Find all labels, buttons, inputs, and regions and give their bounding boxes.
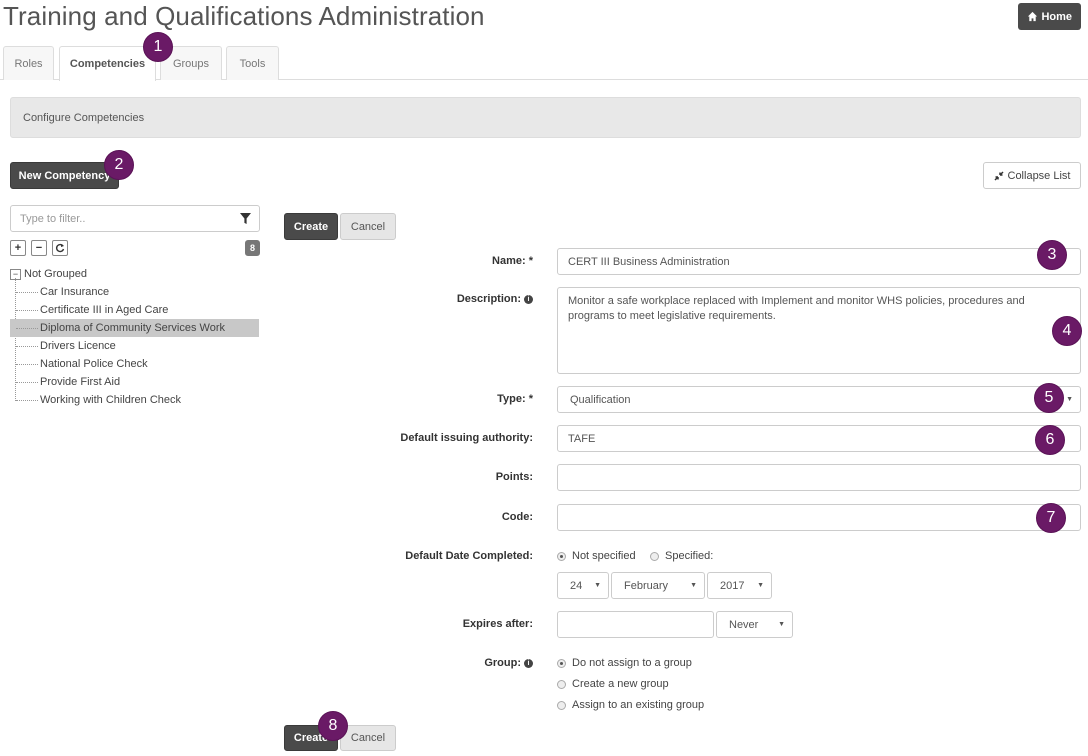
- authority-field[interactable]: TAFE: [557, 425, 1081, 452]
- filter-icon[interactable]: [240, 213, 251, 224]
- caret-down-icon: ▼: [778, 621, 785, 628]
- cancel-button-top[interactable]: Cancel: [340, 213, 396, 240]
- step-marker: 2: [104, 150, 134, 180]
- step-marker: 8: [318, 711, 348, 741]
- home-button[interactable]: Home: [1018, 3, 1081, 30]
- tab-tools[interactable]: Tools: [226, 46, 279, 80]
- tree-group-not-grouped[interactable]: − Not Grouped: [10, 266, 87, 282]
- item-count-badge: 8: [245, 240, 260, 256]
- radio[interactable]: [557, 679, 566, 689]
- expand-all-button[interactable]: +: [10, 240, 26, 256]
- caret-down-icon: ▼: [594, 582, 601, 589]
- month-select[interactable]: February ▼: [611, 572, 705, 599]
- tree-item[interactable]: Working with Children Check: [10, 391, 259, 409]
- day-select[interactable]: 24 ▼: [557, 572, 609, 599]
- authority-label: Default issuing authority:: [400, 432, 533, 444]
- expires-unit-select[interactable]: Never ▼: [716, 611, 793, 638]
- tab-competencies[interactable]: Competencies: [59, 46, 156, 81]
- filter-box: [10, 205, 260, 232]
- home-icon: [1028, 11, 1038, 22]
- collapse-list-button[interactable]: Collapse List: [983, 162, 1081, 189]
- new-competency-button[interactable]: New Competency: [10, 162, 119, 189]
- tree-item[interactable]: Certificate III in Aged Care: [10, 301, 259, 319]
- description-field[interactable]: Monitor a safe workplace replaced with I…: [557, 287, 1081, 374]
- step-marker: 5: [1034, 383, 1064, 413]
- group-option-existing[interactable]: Assign to an existing group: [557, 699, 704, 711]
- tree-item[interactable]: Car Insurance: [10, 283, 259, 301]
- step-marker: 1: [143, 32, 173, 62]
- collapse-all-button[interactable]: −: [31, 240, 47, 256]
- step-marker: 7: [1036, 503, 1066, 533]
- points-label: Points:: [495, 471, 533, 483]
- points-field[interactable]: [557, 464, 1081, 491]
- group-option-new[interactable]: Create a new group: [557, 678, 669, 690]
- caret-down-icon: ▼: [757, 582, 764, 589]
- page-title: Training and Qualifications Administrati…: [3, 1, 485, 31]
- name-label: Name: *: [492, 255, 533, 267]
- step-marker: 3: [1037, 240, 1067, 270]
- tree-item[interactable]: National Police Check: [10, 355, 259, 373]
- cancel-button-bottom[interactable]: Cancel: [340, 725, 396, 751]
- radio[interactable]: [557, 700, 566, 710]
- caret-down-icon: ▼: [690, 582, 697, 589]
- info-icon: i: [524, 659, 533, 668]
- filter-input[interactable]: [11, 206, 221, 231]
- group-label: Group: i: [484, 657, 533, 669]
- caret-down-icon: ▼: [1066, 396, 1073, 403]
- expires-field[interactable]: [557, 611, 714, 638]
- type-select[interactable]: Qualification ▼: [557, 386, 1081, 413]
- expires-label: Expires after:: [462, 618, 533, 630]
- type-select-value: Qualification: [570, 393, 631, 406]
- tab-roles[interactable]: Roles: [3, 46, 54, 80]
- radio[interactable]: [650, 551, 659, 561]
- tree-item-selected[interactable]: Diploma of Community Services Work: [10, 319, 259, 337]
- group-option-none[interactable]: Do not assign to a group: [557, 657, 692, 669]
- refresh-button[interactable]: [52, 240, 68, 256]
- code-field[interactable]: [557, 504, 1081, 531]
- radio-selected[interactable]: [557, 658, 566, 668]
- name-field[interactable]: CERT III Business Administration: [557, 248, 1081, 275]
- panel-heading: Configure Competencies: [10, 97, 1081, 138]
- compress-icon: [993, 170, 1004, 181]
- collapse-list-label: Collapse List: [1007, 169, 1071, 182]
- code-label: Code:: [501, 511, 533, 523]
- year-select[interactable]: 2017 ▼: [707, 572, 772, 599]
- home-label: Home: [1041, 10, 1072, 23]
- radio-selected[interactable]: [557, 551, 566, 561]
- tree-group-label: Not Grouped: [24, 268, 87, 280]
- refresh-icon: [55, 243, 65, 253]
- date-completed-label: Default Date Completed:: [405, 550, 533, 562]
- info-icon: i: [524, 295, 533, 304]
- step-marker: 6: [1035, 425, 1065, 455]
- create-button-top[interactable]: Create: [284, 213, 338, 240]
- tree-item[interactable]: Drivers Licence: [10, 337, 259, 355]
- description-label: Description: i: [457, 293, 533, 305]
- date-not-specified-option[interactable]: Not specified: [557, 550, 636, 562]
- tree-item[interactable]: Provide First Aid: [10, 373, 259, 391]
- step-marker: 4: [1052, 316, 1082, 346]
- type-label: Type: *: [497, 393, 533, 405]
- date-specified-option[interactable]: Specified:: [650, 550, 713, 562]
